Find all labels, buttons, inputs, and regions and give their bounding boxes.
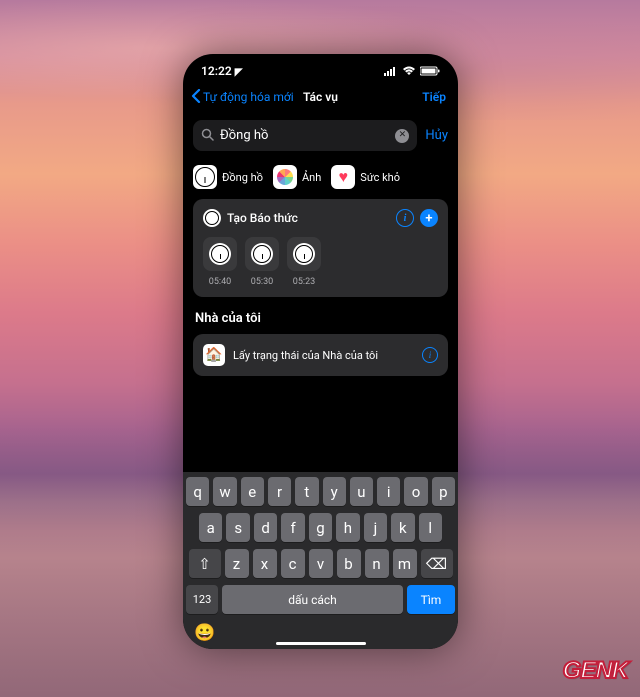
status-bar: 12:22 ◤	[183, 54, 458, 84]
nav-title: Tác vụ	[303, 90, 338, 104]
info-icon[interactable]	[396, 209, 414, 227]
search-text: Đồng hồ	[220, 128, 389, 143]
key-n[interactable]: n	[365, 549, 389, 578]
heart-icon	[331, 165, 355, 189]
key-s[interactable]: s	[226, 513, 249, 542]
alarm-time-1[interactable]: 05:30	[245, 237, 279, 287]
key-space[interactable]: dấu cách	[222, 585, 403, 614]
status-time: 12:22 ◤	[201, 64, 242, 78]
key-d[interactable]: d	[254, 513, 277, 542]
key-h[interactable]: h	[336, 513, 359, 542]
search-input[interactable]: Đồng hồ	[193, 120, 417, 151]
key-b[interactable]: b	[337, 549, 361, 578]
key-search[interactable]: Tìm	[407, 585, 455, 614]
key-y[interactable]: y	[323, 477, 346, 506]
key-numbers[interactable]: 123	[186, 585, 218, 614]
keyboard: q w e r t y u i o p a s d f g h j k l ⇧ …	[183, 472, 458, 649]
home-indicator[interactable]	[276, 642, 366, 645]
key-k[interactable]: k	[391, 513, 414, 542]
key-a[interactable]: a	[199, 513, 222, 542]
next-button[interactable]: Tiếp	[422, 90, 446, 104]
key-emoji[interactable]: 😀	[194, 623, 215, 643]
key-j[interactable]: j	[364, 513, 387, 542]
clock-icon	[203, 209, 221, 227]
time-label: 05:40	[209, 277, 231, 287]
app-label: Đồng hồ	[222, 171, 263, 184]
app-label: Sức khỏ	[360, 171, 400, 184]
key-m[interactable]: m	[393, 549, 417, 578]
key-q[interactable]: q	[186, 477, 209, 506]
key-f[interactable]: f	[281, 513, 304, 542]
clock-icon	[251, 243, 273, 265]
location-icon: ◤	[235, 67, 243, 78]
home-state-row[interactable]: 🏠 Lấy trạng thái của Nhà của tôi	[193, 334, 448, 376]
app-categories: Đồng hồ Ảnh Sức khỏ	[183, 161, 458, 199]
clock-icon	[193, 165, 217, 189]
search-row: Đồng hồ Hủy	[183, 110, 458, 161]
app-clock[interactable]: Đồng hồ	[193, 165, 263, 189]
card-title: Tạo Báo thức	[227, 211, 390, 225]
key-g[interactable]: g	[309, 513, 332, 542]
key-r[interactable]: r	[268, 477, 291, 506]
alarm-time-0[interactable]: 05:40	[203, 237, 237, 287]
key-i[interactable]: i	[377, 477, 400, 506]
key-z[interactable]: z	[225, 549, 249, 578]
chevron-left-icon	[191, 89, 201, 106]
clock-icon	[209, 243, 231, 265]
back-button[interactable]: Tự động hóa mới	[191, 89, 294, 106]
key-p[interactable]: p	[432, 477, 455, 506]
key-c[interactable]: c	[281, 549, 305, 578]
nav-bar: Tự động hóa mới Tác vụ Tiếp	[183, 84, 458, 110]
search-icon	[201, 126, 214, 145]
back-label: Tự động hóa mới	[203, 90, 294, 104]
key-shift[interactable]: ⇧	[189, 549, 221, 578]
key-w[interactable]: w	[213, 477, 236, 506]
section-title: Nhà của tôi	[183, 307, 458, 334]
key-backspace[interactable]: ⌫	[421, 549, 453, 578]
watermark: GENK	[563, 657, 628, 685]
app-photos[interactable]: Ảnh	[273, 165, 321, 189]
key-l[interactable]: l	[419, 513, 442, 542]
cancel-button[interactable]: Hủy	[425, 128, 448, 143]
signal-icon	[384, 66, 398, 76]
key-e[interactable]: e	[241, 477, 264, 506]
phone-frame: 12:22 ◤ Tự động hóa mới Tác vụ Tiếp	[183, 54, 458, 649]
key-t[interactable]: t	[295, 477, 318, 506]
row-title: Lấy trạng thái của Nhà của tôi	[233, 349, 414, 362]
add-icon[interactable]	[420, 209, 438, 227]
home-icon: 🏠	[203, 344, 225, 366]
key-u[interactable]: u	[350, 477, 373, 506]
app-label: Ảnh	[302, 171, 321, 184]
wifi-icon	[402, 66, 416, 76]
clear-icon[interactable]	[395, 129, 409, 143]
key-x[interactable]: x	[253, 549, 277, 578]
key-v[interactable]: v	[309, 549, 333, 578]
battery-icon	[420, 66, 440, 76]
app-health[interactable]: Sức khỏ	[331, 165, 400, 189]
photos-icon	[273, 165, 297, 189]
alarm-card: Tạo Báo thức 05:40 05:30 05:23	[193, 199, 448, 297]
key-o[interactable]: o	[404, 477, 427, 506]
info-icon[interactable]	[422, 347, 438, 363]
alarm-time-2[interactable]: 05:23	[287, 237, 321, 287]
time-label: 05:23	[293, 277, 315, 287]
clock-icon	[293, 243, 315, 265]
time-label: 05:30	[251, 277, 273, 287]
